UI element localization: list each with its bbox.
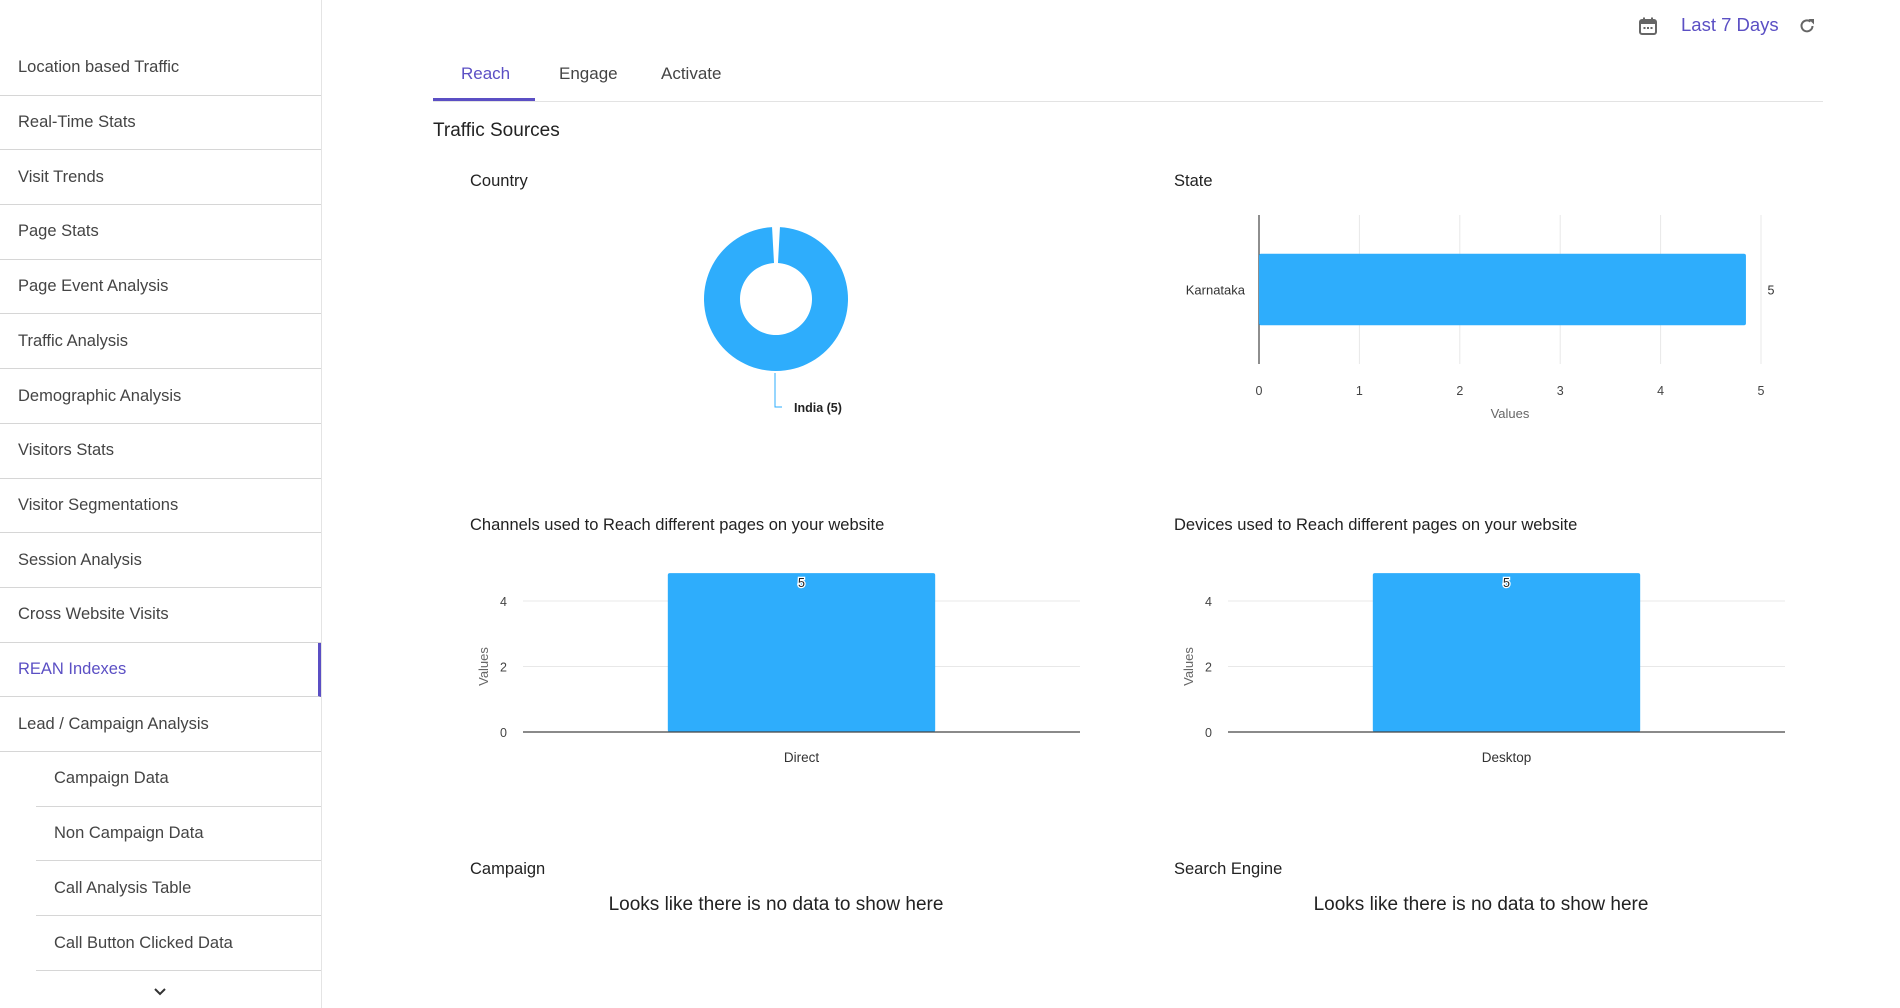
y-tick-label: 0 [500, 726, 507, 740]
y-tick-label: 0 [1205, 726, 1212, 740]
x-category-label: Desktop [1482, 750, 1532, 765]
bar-value-label: 5 [1768, 284, 1775, 298]
y-tick-label: 2 [500, 661, 507, 675]
y-category-label: Karnataka [1186, 283, 1246, 298]
y-tick-label: 4 [1205, 595, 1212, 609]
x-tick-label: 5 [1758, 384, 1765, 398]
y-axis-title: Values [1181, 647, 1196, 686]
donut-label: India (5) [794, 401, 842, 415]
x-category-label: Direct [784, 750, 820, 765]
bar-value-label: 5 [798, 576, 805, 590]
donut-label-leader [774, 373, 782, 408]
x-tick-label: 3 [1557, 384, 1564, 398]
donut-slice [704, 227, 849, 371]
bar [1259, 253, 1746, 326]
x-axis-title: Values [1491, 406, 1530, 421]
y-axis-title: Values [476, 647, 491, 686]
charts-layer: India (5) 0 1 2 3 4 5 Karnataka 5 Values 0 2 4 5 Direc… [476, 215, 1785, 765]
bar [1372, 573, 1641, 732]
bar-value-label: 5 [1503, 576, 1510, 590]
y-tick-label: 2 [1205, 661, 1212, 675]
x-tick-label: 0 [1256, 384, 1263, 398]
x-tick-label: 1 [1356, 384, 1363, 398]
x-tick-label: 4 [1657, 384, 1664, 398]
y-tick-label: 4 [500, 595, 507, 609]
bar [667, 573, 936, 732]
x-tick-label: 2 [1456, 384, 1463, 398]
